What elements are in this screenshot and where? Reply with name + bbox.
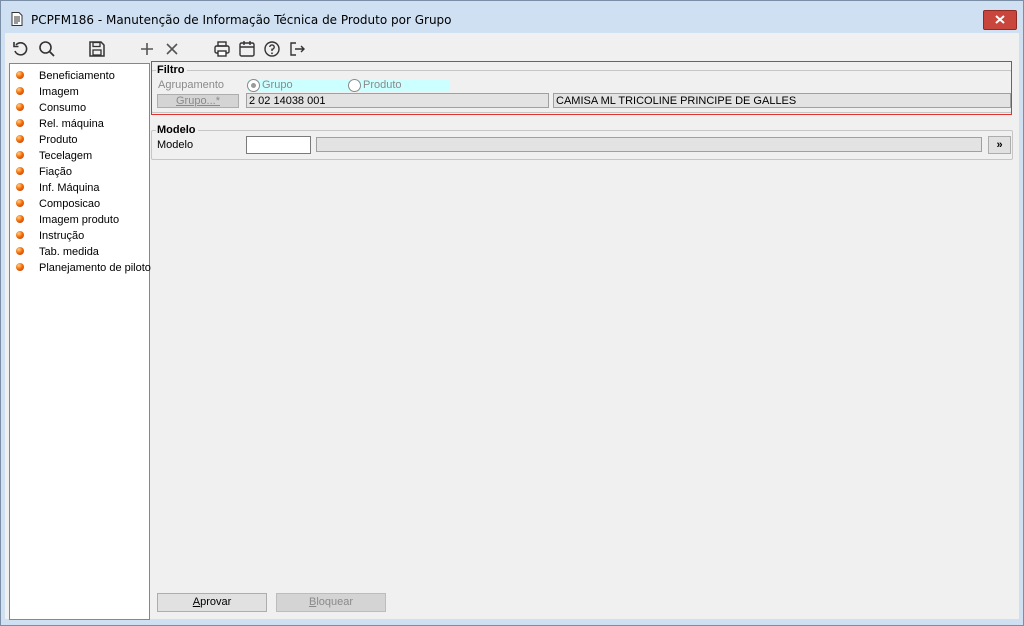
bullet-icon — [16, 167, 24, 175]
bullet-icon — [16, 263, 24, 271]
sidebar-item-label: Instrução — [39, 230, 85, 242]
bullet-icon — [16, 151, 24, 159]
sidebar-item-label: Imagem — [39, 86, 79, 98]
sidebar-item-label: Rel. máquina — [39, 118, 104, 130]
application-window: PCPFM186 - Manutenção de Informação Técn… — [0, 0, 1024, 626]
document-icon — [11, 12, 23, 26]
modelo-description-field — [316, 137, 982, 152]
sidebar-item-label: Planejamento de piloto — [39, 262, 151, 274]
bullet-icon — [16, 215, 24, 223]
bullet-icon — [16, 87, 24, 95]
title-bar: PCPFM186 - Manutenção de Informação Técn… — [1, 1, 1023, 33]
exit-icon[interactable] — [287, 39, 307, 59]
sidebar-item-label: Consumo — [39, 102, 87, 114]
close-icon — [995, 15, 1005, 24]
sidebar-item-label: Imagem produto — [39, 214, 120, 226]
sidebar-item-label: Inf. Máquina — [39, 182, 100, 194]
modelo-input[interactable] — [246, 136, 311, 154]
sidebar-item-label: Tab. medida — [39, 246, 99, 258]
client-area: Beneficiamento Imagem Consumo Rel. máqui… — [5, 33, 1019, 620]
bullet-icon — [16, 199, 24, 207]
undo-icon[interactable] — [11, 39, 31, 59]
help-icon[interactable] — [262, 39, 282, 59]
window-title: PCPFM186 - Manutenção de Informação Técn… — [31, 13, 452, 27]
bullet-icon — [16, 71, 24, 79]
bullet-icon — [16, 135, 24, 143]
search-icon[interactable] — [37, 39, 57, 59]
save-icon[interactable] — [87, 39, 107, 59]
add-icon[interactable] — [137, 39, 157, 59]
modelo-title: Modelo — [156, 123, 198, 137]
sidebar-item-label: Composicao — [39, 198, 101, 210]
toolbar — [5, 33, 1019, 63]
sidebar: Beneficiamento Imagem Consumo Rel. máqui… — [9, 63, 151, 620]
modelo-label: Modelo — [157, 139, 194, 151]
bullet-icon — [16, 103, 24, 111]
aprovar-button[interactable]: Aprovar — [157, 593, 267, 612]
bullet-icon — [16, 247, 24, 255]
calendar-icon[interactable] — [237, 39, 257, 59]
sidebar-item-label: Beneficiamento — [39, 70, 115, 82]
highlight-frame — [151, 61, 1012, 115]
sidebar-item-label: Tecelagem — [39, 150, 93, 162]
bullet-icon — [16, 183, 24, 191]
close-button[interactable] — [983, 10, 1017, 30]
sidebar-item-label: Fiação — [39, 166, 73, 178]
print-icon[interactable] — [212, 39, 232, 59]
bullet-icon — [16, 119, 24, 127]
bloquear-button[interactable]: Bloquear — [276, 593, 386, 612]
sidebar-item-label: Produto — [39, 134, 78, 146]
bullet-icon — [16, 231, 24, 239]
modelo-browse-button[interactable]: » — [988, 136, 1011, 154]
delete-icon[interactable] — [162, 39, 182, 59]
